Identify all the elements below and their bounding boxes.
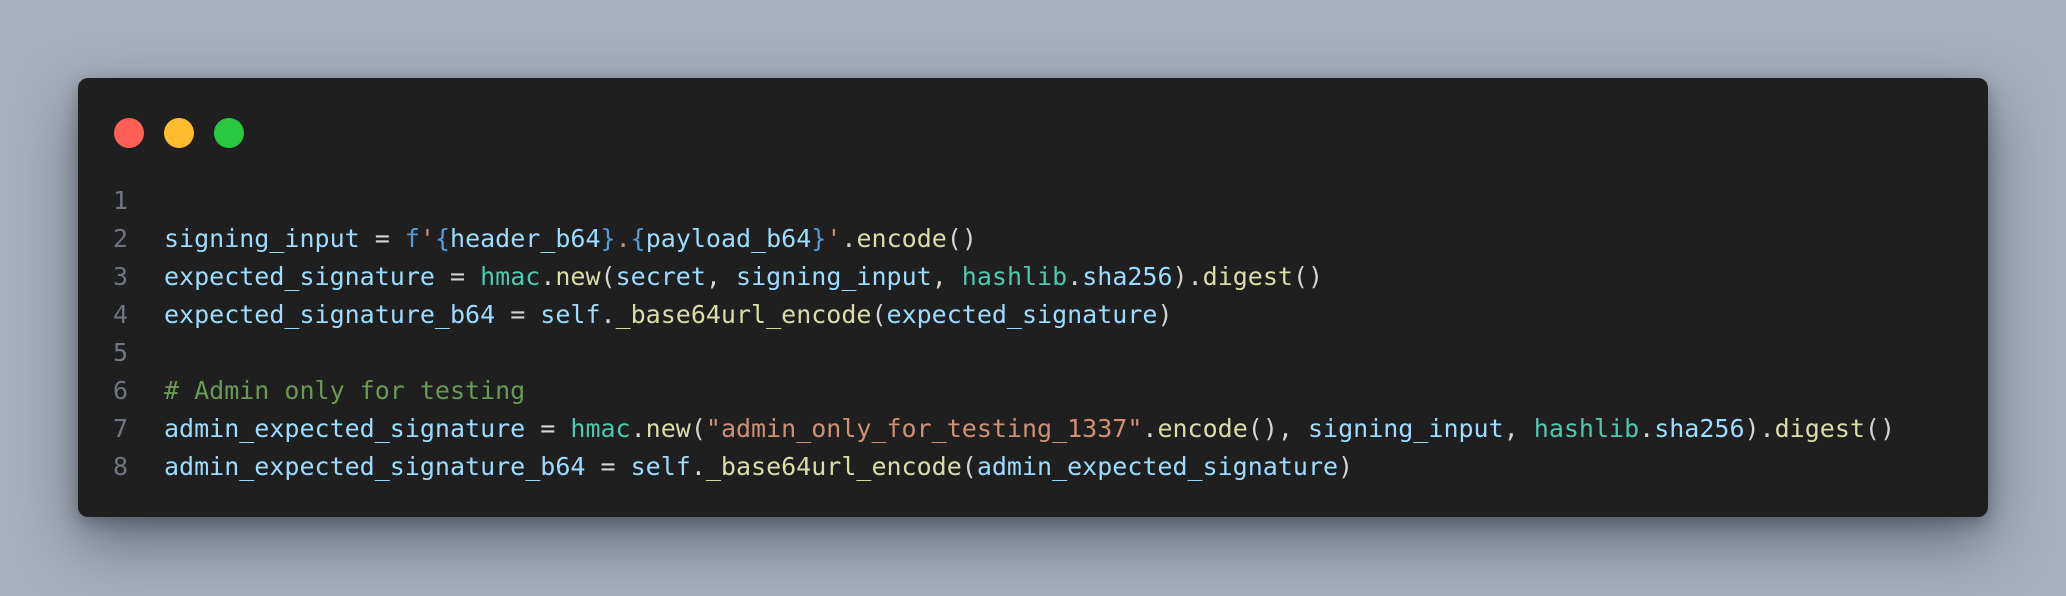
code-token: ' xyxy=(419,224,435,253)
code-token: payload_b64 xyxy=(645,224,812,253)
code-token: admin_expected_signature_b64 xyxy=(164,452,586,481)
code-token: { xyxy=(434,224,451,253)
code-token: . xyxy=(841,224,857,253)
minimize-button[interactable] xyxy=(164,118,194,148)
code-token: encode xyxy=(1157,414,1248,443)
line-content: admin_expected_signature = hmac.new("adm… xyxy=(128,410,1895,448)
line-content: admin_expected_signature_b64 = self._bas… xyxy=(128,448,1353,486)
code-token: ( xyxy=(600,262,616,291)
code-token: self xyxy=(540,300,601,329)
code-token: } xyxy=(600,224,616,253)
code-token: hmac xyxy=(480,262,541,291)
close-button[interactable] xyxy=(114,118,144,148)
code-token: . xyxy=(1067,262,1083,291)
code-token: hashlib xyxy=(961,262,1068,291)
code-block: 1 2 signing_input = f'{header_b64}.{payloa… xyxy=(78,182,1988,486)
code-line: 2 signing_input = f'{header_b64}.{payload… xyxy=(78,220,1988,258)
code-token: hashlib xyxy=(1533,414,1640,443)
line-content: expected_signature = hmac.new(secret, si… xyxy=(128,258,1323,296)
code-token: expected_signature xyxy=(164,262,435,291)
line-number: 4 xyxy=(112,300,128,329)
code-token: ( xyxy=(690,414,706,443)
code-token: = xyxy=(525,414,571,443)
code-token: , xyxy=(1503,414,1534,443)
code-token: ). xyxy=(1172,262,1203,291)
code-line: 7 admin_expected_signature = hmac.new("ad… xyxy=(78,410,1988,448)
code-token: = xyxy=(495,300,541,329)
code-token: , xyxy=(705,262,737,291)
code-token: . xyxy=(600,300,616,329)
line-number: 1 xyxy=(112,186,128,215)
code-line: 4 expected_signature_b64 = self._base64ur… xyxy=(78,296,1988,334)
code-token: . xyxy=(1639,414,1655,443)
code-token: hmac xyxy=(570,414,631,443)
code-token: ( xyxy=(871,300,887,329)
code-token: signing_input xyxy=(164,224,360,253)
window-controls xyxy=(114,118,244,148)
line-content xyxy=(128,182,164,220)
code-line: 3 expected_signature = hmac.new(secret, s… xyxy=(78,258,1988,296)
line-content xyxy=(128,334,164,372)
code-token: } xyxy=(811,224,827,253)
code-token: ) xyxy=(1157,300,1173,329)
code-token: signing_input xyxy=(736,262,932,291)
code-token: digest xyxy=(1202,262,1293,291)
line-content: # Admin only for testing xyxy=(128,372,525,410)
code-token: signing_input xyxy=(1307,414,1504,443)
code-token: = xyxy=(434,262,481,291)
code-token: new xyxy=(555,262,601,291)
maximize-button[interactable] xyxy=(214,118,244,148)
code-token: f xyxy=(404,224,420,253)
line-number: 7 xyxy=(112,414,128,443)
code-token: . xyxy=(630,414,646,443)
code-token: . xyxy=(615,224,631,253)
line-content: signing_input = f'{header_b64}.{payload_… xyxy=(128,220,977,258)
code-token: admin_expected_signature xyxy=(164,414,526,443)
code-token: ). xyxy=(1744,414,1775,443)
line-number: 5 xyxy=(112,338,128,367)
code-token: encode xyxy=(856,224,947,253)
code-line: 1 xyxy=(78,182,1988,220)
code-token: , xyxy=(931,262,962,291)
code-token: () xyxy=(1864,414,1896,443)
code-line: 5 xyxy=(78,334,1988,372)
code-token: secret xyxy=(615,262,706,291)
code-token: () xyxy=(1292,262,1324,291)
code-window: 1 2 signing_input = f'{header_b64}.{payloa… xyxy=(78,78,1988,517)
code-token: header_b64 xyxy=(450,224,601,253)
code-token: expected_signature xyxy=(886,300,1158,329)
line-number: 8 xyxy=(112,452,128,481)
line-number: 6 xyxy=(112,376,128,405)
code-line: 8 admin_expected_signature_b64 = self._ba… xyxy=(78,448,1988,486)
code-token: digest xyxy=(1774,414,1865,443)
code-token: _base64url_encode xyxy=(705,452,962,481)
code-token: ' xyxy=(826,224,842,253)
code-token: _base64url_encode xyxy=(615,300,872,329)
code-token: (), xyxy=(1247,414,1308,443)
code-token: = xyxy=(359,224,405,253)
code-token: . xyxy=(540,262,556,291)
code-token: sha256 xyxy=(1654,414,1745,443)
code-token: ( xyxy=(961,452,977,481)
code-token: . xyxy=(690,452,706,481)
code-line: 6 # Admin only for testing xyxy=(78,372,1988,410)
code-token: self xyxy=(630,452,691,481)
code-token: . xyxy=(1142,414,1158,443)
code-token: # Admin only for testing xyxy=(164,376,526,405)
code-token: { xyxy=(630,224,646,253)
code-token: admin_expected_signature xyxy=(976,452,1339,481)
line-content: expected_signature_b64 = self._base64url… xyxy=(128,296,1173,334)
code-token: sha256 xyxy=(1082,262,1173,291)
line-number: 2 xyxy=(112,224,128,253)
code-token: new xyxy=(645,414,691,443)
code-token: = xyxy=(585,452,631,481)
code-token: ) xyxy=(1338,452,1354,481)
code-token: () xyxy=(946,224,977,253)
code-token: expected_signature_b64 xyxy=(164,300,496,329)
code-token: "admin_only_for_testing_1337" xyxy=(705,414,1143,443)
line-number: 3 xyxy=(112,262,128,291)
